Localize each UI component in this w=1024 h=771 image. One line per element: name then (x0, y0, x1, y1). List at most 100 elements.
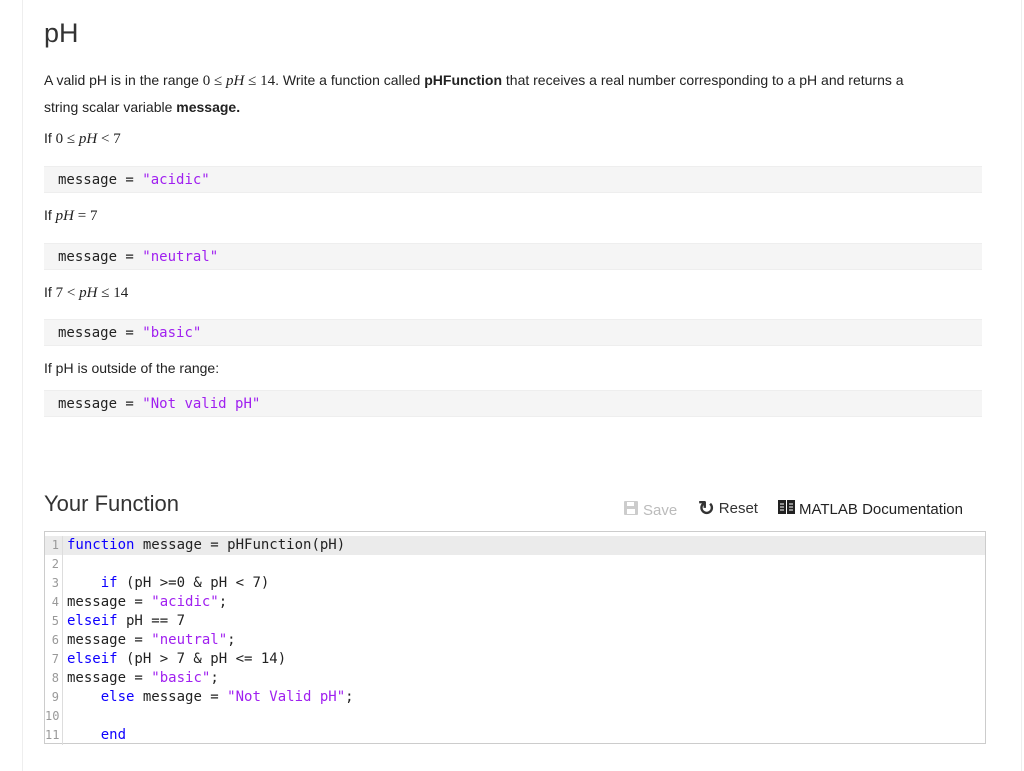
code-line[interactable]: 4 message = "acidic"; (45, 593, 985, 612)
line-number: 9 (45, 688, 63, 707)
code-editor[interactable]: 1 function message = pHFunction(pH) 2 3 if … (44, 531, 986, 745)
case-condition: If 0 ≤ pH < 7 (44, 130, 121, 148)
code-line[interactable]: 3 if (pH >=0 & pH < 7) (45, 574, 985, 593)
code-keyword: function (67, 537, 135, 553)
code-example: message = "neutral" (44, 243, 982, 270)
intro-text: A valid pH is in the range (44, 72, 203, 88)
code-var: message = (58, 249, 143, 265)
code-string: "Not valid pH" (142, 396, 261, 412)
code-text: pH == 7 (117, 613, 186, 629)
line-number: 2 (45, 555, 63, 574)
code-example: message = "basic" (44, 319, 982, 346)
math-part: < 7 (97, 131, 121, 147)
case-condition: If pH = 7 (44, 207, 97, 225)
line-content: function message = pHFunction(pH) (63, 536, 345, 555)
math-var: pH (55, 208, 75, 224)
reset-label: Reset (718, 500, 758, 517)
matlab-docs-link[interactable]: MATLAB Documentation (778, 500, 963, 518)
line-number: 1 (45, 536, 63, 555)
code-text: ; (210, 670, 219, 686)
docs-label: MATLAB Documentation (799, 500, 963, 518)
condition-math: 0 ≤ pH < 7 (56, 131, 121, 147)
condition-text: If (44, 207, 56, 223)
code-line[interactable]: 9 else message = "Not Valid pH"; (45, 688, 985, 707)
line-number: 10 (45, 707, 63, 726)
function-name: pHFunction (424, 72, 502, 88)
code-string: "basic" (142, 325, 202, 341)
section-title: Your Function (44, 491, 179, 516)
intro-text: . Write a function called (275, 72, 425, 88)
line-number: 7 (45, 650, 63, 669)
code-text: message = (67, 670, 152, 686)
code-text: message = pHFunction(pH) (134, 537, 346, 553)
condition-text: If (44, 130, 56, 146)
math-var: pH (78, 131, 98, 147)
code-var: message = (58, 172, 143, 188)
case-condition: If 7 < pH ≤ 14 (44, 284, 128, 302)
code-var: message = (58, 325, 143, 341)
book-icon (778, 500, 795, 518)
intro-line-1: A valid pH is in the range 0 ≤ pH ≤ 14. … (44, 72, 904, 90)
line-number: 6 (45, 631, 63, 650)
condition-text: If (44, 284, 56, 300)
code-keyword: else (100, 689, 135, 705)
line-number: 3 (45, 574, 63, 593)
line-number: 11 (45, 726, 63, 745)
code-line[interactable]: 6 message = "neutral"; (45, 631, 985, 650)
line-content (63, 555, 67, 574)
math-part: = 7 (74, 208, 98, 224)
code-line[interactable]: 2 (45, 555, 985, 574)
code-line[interactable]: 10 (45, 707, 985, 726)
intro-text: string scalar variable (44, 99, 177, 115)
reset-button[interactable]: ↻ Reset (698, 497, 758, 520)
math-part: 0 ≤ (55, 131, 79, 147)
code-string: "neutral" (151, 632, 228, 648)
code-keyword: elseif (67, 613, 118, 629)
code-keyword: if (100, 575, 118, 591)
save-icon (623, 500, 639, 520)
code-keyword: end (100, 727, 127, 743)
variable-name: message. (176, 99, 241, 115)
math-var: pH (79, 285, 98, 301)
code-line[interactable]: 11 end (45, 726, 985, 745)
line-content: if (pH >=0 & pH < 7) (63, 574, 270, 593)
line-content: else message = "Not Valid pH"; (63, 688, 354, 707)
math-part: ≤ 14 (97, 285, 129, 301)
math-var: pH (226, 73, 245, 89)
line-content: elseif pH == 7 (63, 612, 185, 631)
code-text: message = (134, 689, 228, 705)
math-part: 0 ≤ (202, 73, 226, 89)
condition-text: If pH is outside of the range: (44, 360, 220, 376)
code-string: "basic" (151, 670, 211, 686)
line-number: 8 (45, 669, 63, 688)
math-part: 7 < (55, 285, 80, 301)
code-string: "Not Valid pH" (227, 689, 346, 705)
code-example: message = "Not valid pH" (44, 390, 982, 417)
code-line[interactable]: 5 elseif pH == 7 (45, 612, 985, 631)
line-content: message = "neutral"; (63, 631, 236, 650)
code-keyword: elseif (67, 651, 118, 667)
intro-line-2: string scalar variable message. (44, 99, 240, 115)
code-example: message = "acidic" (44, 166, 982, 193)
save-label: Save (643, 501, 678, 519)
line-content (63, 707, 67, 726)
save-button[interactable]: Save (623, 500, 677, 520)
intro-text: that receives a real number correspondin… (502, 72, 904, 88)
code-text: (pH > 7 & pH <= 14) (117, 651, 287, 667)
reset-icon: ↻ (698, 497, 715, 520)
code-line[interactable]: 7 elseif (pH > 7 & pH <= 14) (45, 650, 985, 669)
condition-math: 7 < pH ≤ 14 (56, 285, 129, 301)
code-text: ; (227, 632, 236, 648)
code-line[interactable]: 8 message = "basic"; (45, 669, 985, 688)
condition-math: pH = 7 (56, 208, 98, 224)
code-text: ; (218, 594, 228, 610)
line-content: end (63, 726, 126, 745)
line-content: elseif (pH > 7 & pH <= 14) (63, 650, 286, 669)
code-string: "neutral" (142, 249, 219, 265)
code-line[interactable]: 1 function message = pHFunction(pH) (45, 536, 985, 555)
line-content: message = "basic"; (63, 669, 219, 688)
code-var: message = (58, 396, 143, 412)
line-number: 4 (45, 593, 63, 612)
